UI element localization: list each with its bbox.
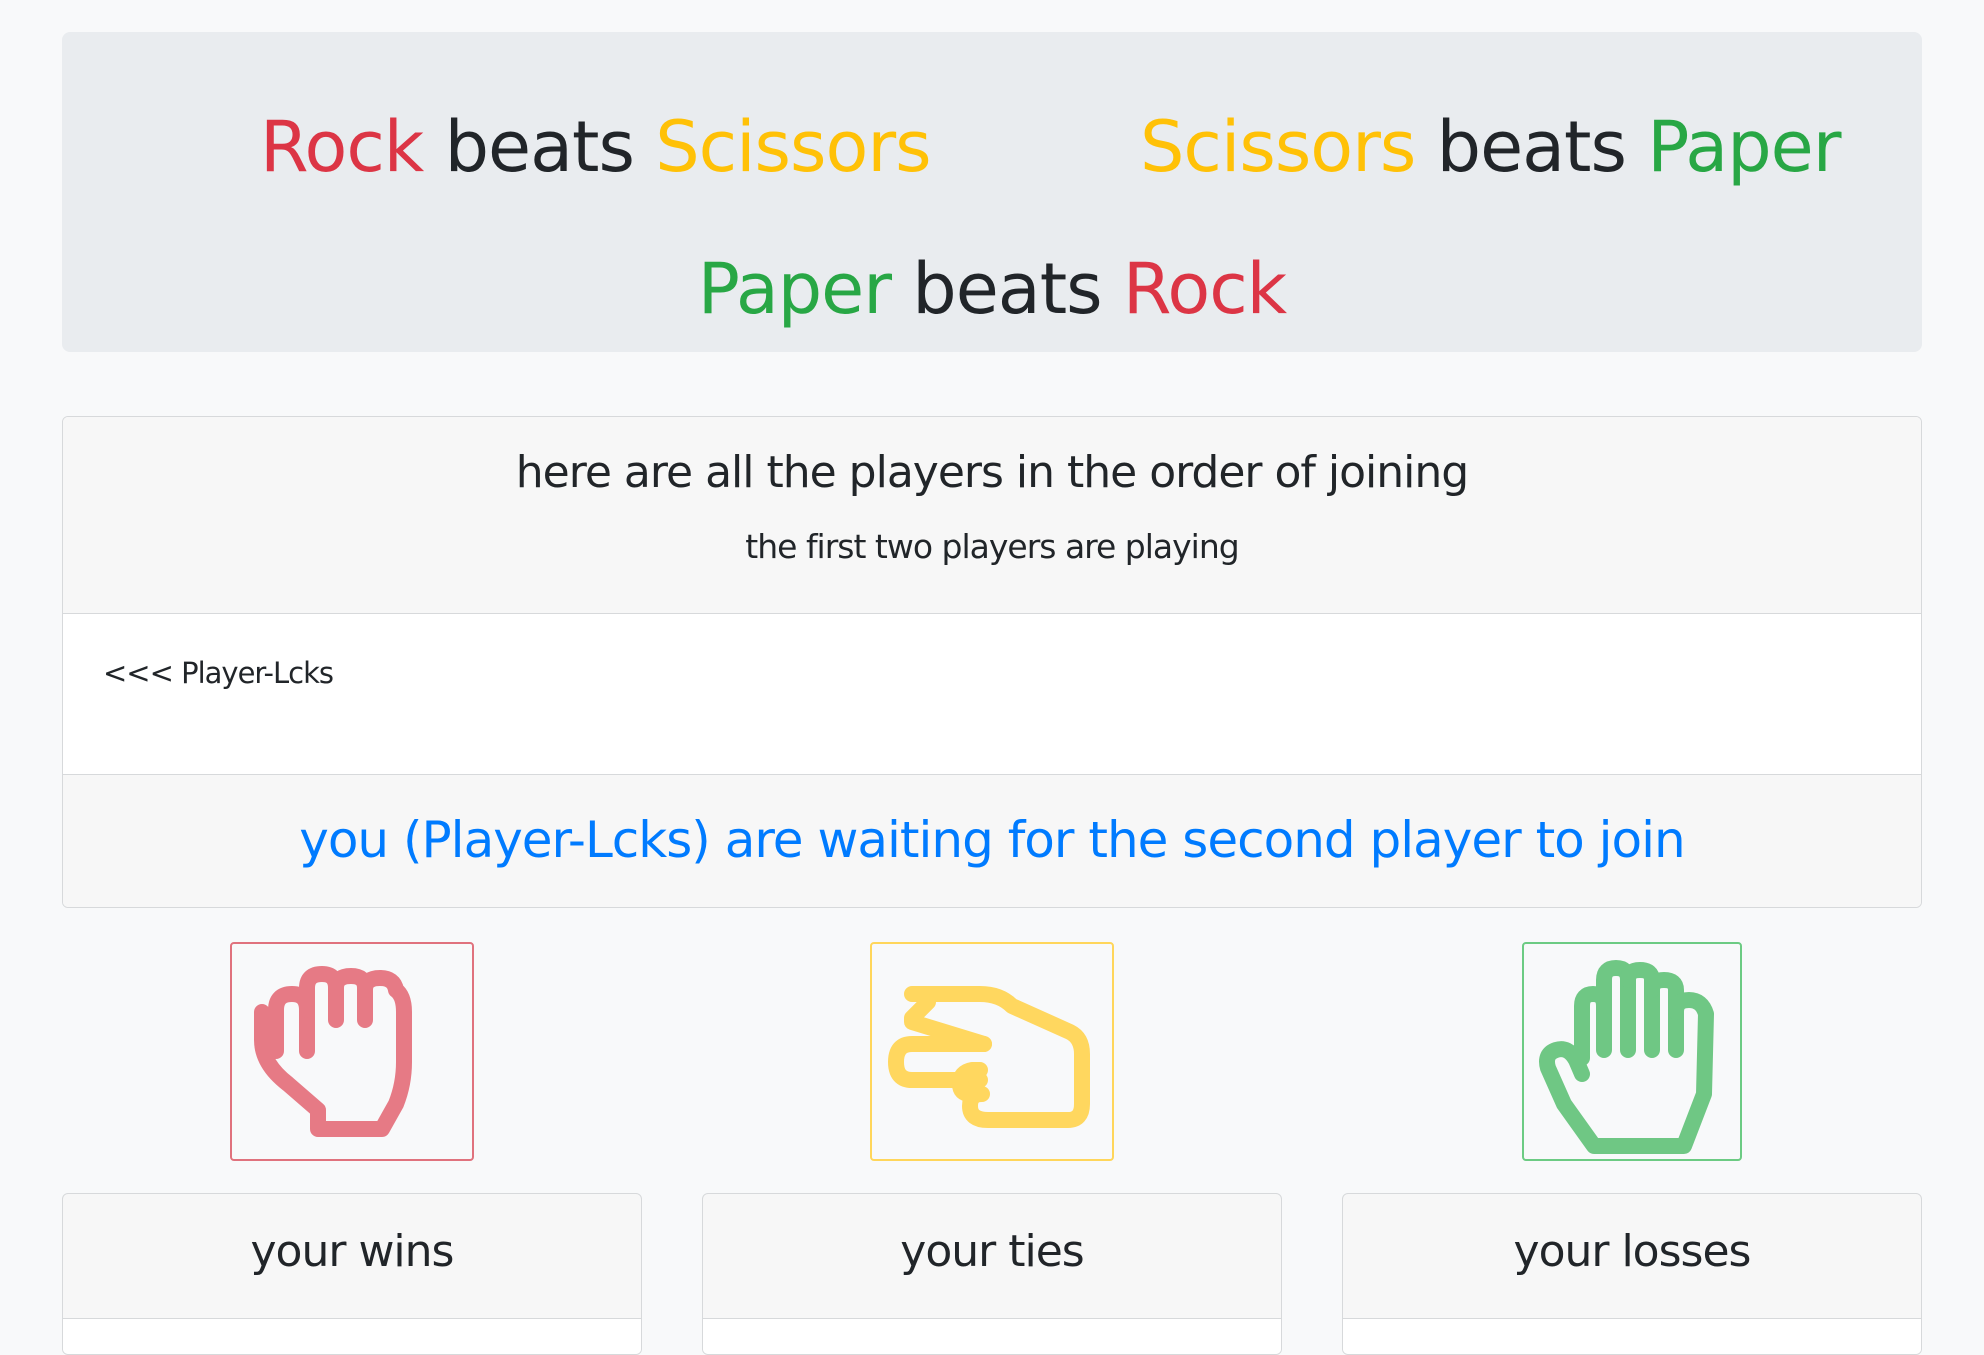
rule-loser: Scissors xyxy=(655,106,931,188)
open-hand-icon xyxy=(1539,960,1714,1154)
paper-button[interactable] xyxy=(1522,942,1742,1161)
losses-body xyxy=(1343,1319,1921,1354)
rule-winner: Scissors xyxy=(1140,106,1416,188)
players-list: <<< Player-Lcks xyxy=(63,614,1921,774)
rock-button[interactable] xyxy=(230,942,474,1161)
wins-card: your wins xyxy=(62,1193,642,1355)
rule-winner: Paper xyxy=(697,248,892,330)
ties-label: your ties xyxy=(900,1226,1084,1277)
players-card-footer: you (Player-Lcks) are waiting for the se… xyxy=(63,774,1921,907)
rule-verb: beats xyxy=(444,106,635,188)
wins-label: your wins xyxy=(250,1226,455,1277)
scissors-hand-icon xyxy=(888,986,1090,1128)
wins-body xyxy=(63,1319,641,1354)
list-item: <<< Player-Lcks xyxy=(103,656,334,690)
ties-card: your ties xyxy=(702,1193,1282,1355)
losses-label: your losses xyxy=(1513,1226,1752,1277)
players-card: here are all the players in the order of… xyxy=(62,416,1922,908)
waiting-status: you (Player-Lcks) are waiting for the se… xyxy=(299,811,1685,869)
rule-verb: beats xyxy=(1436,106,1627,188)
rule-rock-scissors: Rock beats Scissors xyxy=(260,112,932,182)
rule-loser: Rock xyxy=(1122,248,1287,330)
fist-icon xyxy=(254,966,412,1137)
players-title: here are all the players in the order of… xyxy=(515,447,1469,498)
rules-banner: Rock beats Scissors Scissors beats Paper… xyxy=(62,32,1922,352)
losses-card: your losses xyxy=(1342,1193,1922,1355)
players-subtitle: the first two players are playing xyxy=(745,527,1239,566)
rule-scissors-paper: Scissors beats Paper xyxy=(1140,112,1841,182)
players-card-header: here are all the players in the order of… xyxy=(63,417,1921,614)
ties-body xyxy=(703,1319,1281,1354)
scissors-button[interactable] xyxy=(870,942,1114,1161)
rule-winner: Rock xyxy=(260,106,424,188)
rule-verb: beats xyxy=(912,248,1102,330)
rule-paper-rock: Paper beats Rock xyxy=(62,254,1922,324)
rule-loser: Paper xyxy=(1647,106,1841,188)
